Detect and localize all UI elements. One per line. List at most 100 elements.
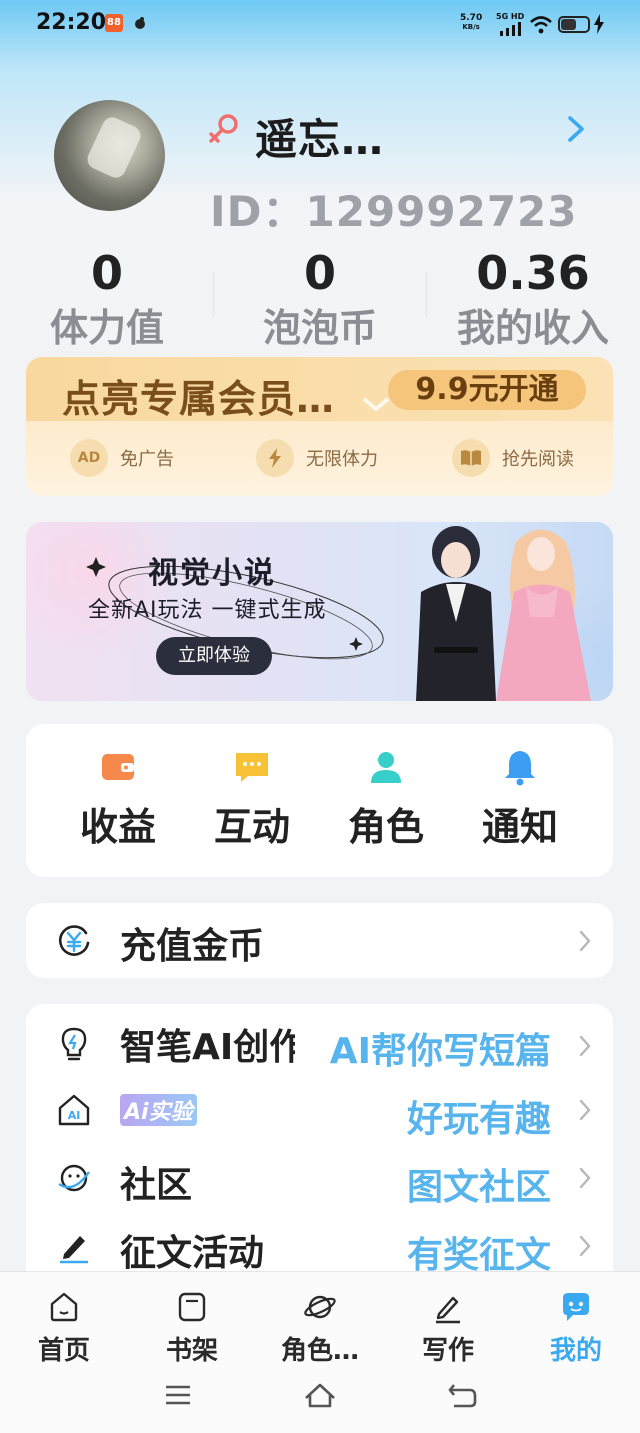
visual-novel-banner[interactable]: 视觉小说 全新AI玩法 一键式生成 立即体验: [26, 522, 613, 701]
try-now-button[interactable]: 立即体验: [156, 637, 272, 675]
vip-feature-label: 免广告: [120, 449, 174, 470]
chevron-right-icon: [579, 1167, 591, 1189]
banner-title: 视觉小说: [148, 556, 276, 591]
stat-income[interactable]: 0.36 我的收入: [426, 244, 640, 354]
chevron-right-icon: [579, 1035, 591, 1057]
chevron-right-icon: [579, 930, 591, 952]
wallet-icon: [102, 754, 134, 780]
user-id: ID：129992723: [210, 187, 578, 236]
chevron-right-icon: [579, 1235, 591, 1257]
quick-actions-card: 收益 互动 角色 通知: [26, 724, 613, 877]
row-description: AI帮你写短篇: [329, 1031, 551, 1072]
ai-home-icon: AI: [58, 1094, 90, 1126]
home-icon: [50, 1292, 78, 1322]
menu-item-essay-contest[interactable]: 征文活动 有奖征文: [26, 1212, 613, 1274]
menu-item-ai-writing[interactable]: 智笔AI创作 AI帮你写短篇: [26, 1008, 613, 1076]
quick-action-label: 通知: [481, 805, 558, 849]
nav-label: 写作: [421, 1336, 474, 1366]
planet-face-icon: [58, 1164, 90, 1192]
stat-value: 0: [90, 246, 123, 300]
ad-icon: AD: [70, 439, 108, 477]
avatar[interactable]: [54, 100, 165, 211]
female-gender-icon: [209, 114, 238, 143]
recharge-coins-row[interactable]: 充值金币: [26, 903, 613, 978]
stat-value: 0.36: [476, 246, 590, 300]
quick-action-interaction[interactable]: 互动: [192, 748, 312, 850]
stat-stamina[interactable]: 0 体力值: [0, 244, 214, 354]
menu-item-community[interactable]: 社区 图文社区: [26, 1144, 613, 1212]
chevron-right-icon[interactable]: [564, 114, 588, 144]
menu-item-ai-lab[interactable]: AI Ai实验 好玩有趣: [26, 1076, 613, 1144]
nav-mine[interactable]: 我的: [516, 1290, 636, 1367]
book-icon: [452, 439, 490, 477]
bell-icon: [505, 751, 535, 786]
row-description: 图文社区: [406, 1167, 551, 1208]
vip-feature-label: 无限体力: [306, 449, 378, 470]
feature-menu: 智笔AI创作 AI帮你写短篇 AI Ai实验 好玩有趣 社区 图文社区 征文活动…: [26, 1004, 613, 1274]
network-type: 5G HD: [496, 12, 525, 21]
nav-bookshelf[interactable]: 书架: [132, 1290, 252, 1367]
stat-bubble-coins[interactable]: 0 泡泡币: [213, 244, 427, 354]
menu-icon[interactable]: [160, 1380, 196, 1410]
chevron-right-icon: [579, 1099, 591, 1121]
stat-label: 我的收入: [456, 306, 609, 350]
banner-characters-image: [416, 526, 591, 701]
bookshelf-icon: [178, 1292, 206, 1322]
vip-open-button[interactable]: 9.9元开通: [388, 370, 586, 410]
app-notification-icon: 88: [105, 14, 123, 32]
vip-feature-unlimited-stamina: 无限体力: [256, 439, 378, 477]
row-label: 智笔AI创作: [120, 1027, 295, 1068]
nav-label: 我的: [549, 1336, 602, 1366]
nav-label: 角色…: [280, 1336, 359, 1366]
stats-row: 0 体力值 0 泡泡币 0.36 我的收入: [0, 244, 640, 354]
nav-home[interactable]: 首页: [4, 1290, 124, 1367]
back-icon[interactable]: [444, 1380, 480, 1410]
banner-subtitle: 全新AI玩法 一键式生成: [88, 598, 327, 623]
app-notification-icon: [135, 17, 145, 29]
row-label: 社区: [120, 1165, 193, 1206]
svg-text:AI: AI: [68, 1109, 81, 1122]
bottom-navigation: 首页 书架 角色… 写作 我的: [0, 1271, 640, 1433]
quick-action-label: 互动: [213, 805, 290, 849]
ai-lab-badge: Ai实验: [120, 1094, 197, 1126]
vip-feature-early-read: 抢先阅读: [452, 439, 574, 477]
stat-label: 体力值: [49, 306, 164, 350]
nav-label: 首页: [37, 1336, 90, 1366]
status-bar: 22:20 88 5.70 KB/s 5G HD: [0, 0, 640, 48]
quick-action-notifications[interactable]: 通知: [460, 748, 580, 850]
planet-icon: [304, 1295, 336, 1319]
nav-characters[interactable]: 角色…: [260, 1290, 380, 1367]
nav-label: 书架: [165, 1336, 218, 1366]
home-button-icon[interactable]: [302, 1380, 338, 1410]
vip-title: 点亮专属会员…: [62, 377, 336, 421]
yen-coin-icon: [58, 925, 90, 956]
row-label: 征文活动: [120, 1233, 265, 1274]
row-description: 有奖征文: [406, 1235, 551, 1274]
lightning-icon: [256, 439, 294, 477]
battery-icon: [558, 16, 590, 33]
quick-action-label: 收益: [79, 805, 156, 849]
write-icon: [436, 1296, 460, 1324]
mine-icon: [563, 1293, 589, 1321]
vip-feature-label: 抢先阅读: [502, 449, 574, 470]
stat-label: 泡泡币: [262, 306, 377, 350]
quick-action-characters[interactable]: 角色: [326, 748, 446, 850]
nickname[interactable]: 遥忘…: [255, 106, 384, 167]
stat-value: 0: [303, 246, 336, 300]
wifi-icon: [530, 16, 552, 34]
charging-icon: [594, 14, 604, 34]
signal-icon: [500, 22, 521, 36]
person-icon: [371, 752, 401, 783]
quick-action-label: 角色: [347, 805, 424, 849]
vip-card[interactable]: 点亮专属会员… 9.9元开通 AD 免广告 无限体力 抢先阅读: [26, 357, 613, 496]
pen-icon: [60, 1236, 88, 1264]
net-speed: 5.70 KB/s: [460, 13, 483, 32]
row-description: 好玩有趣: [406, 1099, 551, 1140]
lightbulb-icon: [61, 1027, 87, 1061]
row-label: 充值金币: [120, 926, 265, 967]
status-time: 22:20: [36, 10, 107, 35]
chat-icon: [236, 753, 268, 782]
quick-action-earnings[interactable]: 收益: [58, 748, 178, 850]
vip-feature-no-ads: AD 免广告: [70, 439, 174, 477]
nav-write[interactable]: 写作: [388, 1290, 508, 1367]
